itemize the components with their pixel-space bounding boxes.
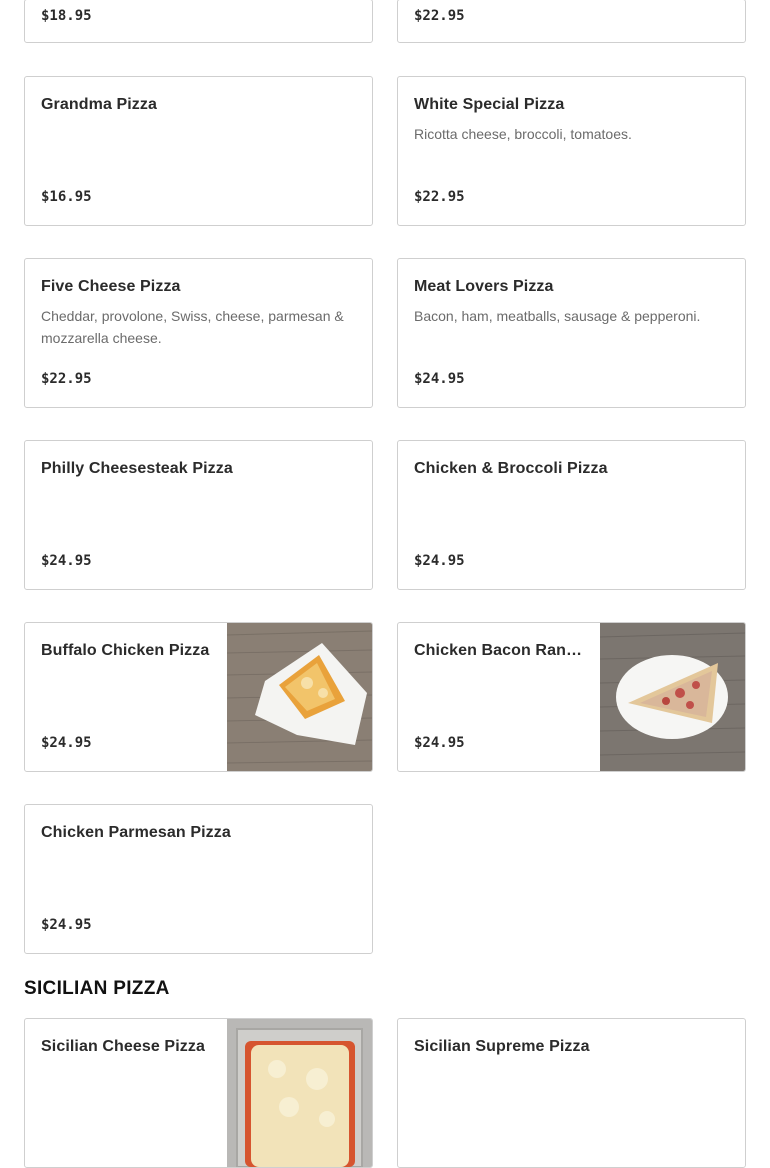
menu-item-meat-lovers-pizza[interactable]: Meat Lovers Pizza Bacon, ham, meatballs,… [397, 258, 746, 408]
item-price: $22.95 [414, 8, 465, 24]
item-photo [600, 623, 745, 771]
menu-item-five-cheese-pizza[interactable]: Five Cheese Pizza Cheddar, provolone, Sw… [24, 258, 373, 408]
item-description: Ricotta cheese, broccoli, tomatoes. [414, 126, 632, 142]
menu-item-white-special-pizza[interactable]: White Special Pizza Ricotta cheese, broc… [397, 76, 746, 226]
menu-item-chicken-bacon-ranch-pizza[interactable]: Chicken Bacon Ranch Pizza $24.95 [397, 622, 746, 772]
item-price: $16.95 [41, 189, 92, 205]
menu-item-philly-cheesesteak-pizza[interactable]: Philly Cheesesteak Pizza $24.95 [24, 440, 373, 590]
item-name: Five Cheese Pizza [41, 278, 181, 295]
menu-item-chicken-broccoli-pizza[interactable]: Chicken & Broccoli Pizza $24.95 [397, 440, 746, 590]
item-price: $22.95 [414, 189, 465, 205]
item-name: Sicilian Supreme Pizza [414, 1038, 590, 1055]
item-name: White Special Pizza [414, 96, 565, 113]
item-description: Bacon, ham, meatballs, sausage & peppero… [414, 308, 701, 324]
menu-item-grandma-pizza[interactable]: Grandma Pizza $16.95 [24, 76, 373, 226]
item-photo [227, 1019, 372, 1167]
menu-item-chicken-parmesan-pizza[interactable]: Chicken Parmesan Pizza $24.95 [24, 804, 373, 954]
item-name: Chicken & Broccoli Pizza [414, 460, 608, 477]
item-photo [227, 623, 372, 771]
menu-item-sicilian-cheese-pizza[interactable]: Sicilian Cheese Pizza [24, 1018, 373, 1168]
item-name: Meat Lovers Pizza [414, 278, 554, 295]
item-name: Chicken Bacon Ranch Pizza [414, 642, 585, 659]
item-name: Chicken Parmesan Pizza [41, 824, 231, 841]
item-price: $24.95 [41, 735, 92, 751]
item-price: $24.95 [414, 371, 465, 387]
menu-item-card[interactable]: $22.95 [397, 0, 746, 43]
item-name: Sicilian Cheese Pizza [41, 1038, 205, 1055]
item-price: $24.95 [41, 553, 92, 569]
item-price: $22.95 [41, 371, 92, 387]
item-name: Philly Cheesesteak Pizza [41, 460, 233, 477]
item-name: Buffalo Chicken Pizza [41, 642, 210, 659]
item-price: $24.95 [414, 553, 465, 569]
item-price: $24.95 [414, 735, 465, 751]
item-price: $18.95 [41, 8, 92, 24]
menu-item-buffalo-chicken-pizza[interactable]: Buffalo Chicken Pizza $24.95 [24, 622, 373, 772]
menu-item-sicilian-supreme-pizza[interactable]: Sicilian Supreme Pizza [397, 1018, 746, 1168]
item-description: Cheddar, provolone, Swiss, cheese, parme… [41, 308, 344, 346]
menu-item-card[interactable]: $18.95 [24, 0, 373, 43]
item-name: Grandma Pizza [41, 96, 158, 113]
section-title-sicilian: SICILIAN PIZZA [24, 978, 170, 999]
item-price: $24.95 [41, 917, 92, 933]
